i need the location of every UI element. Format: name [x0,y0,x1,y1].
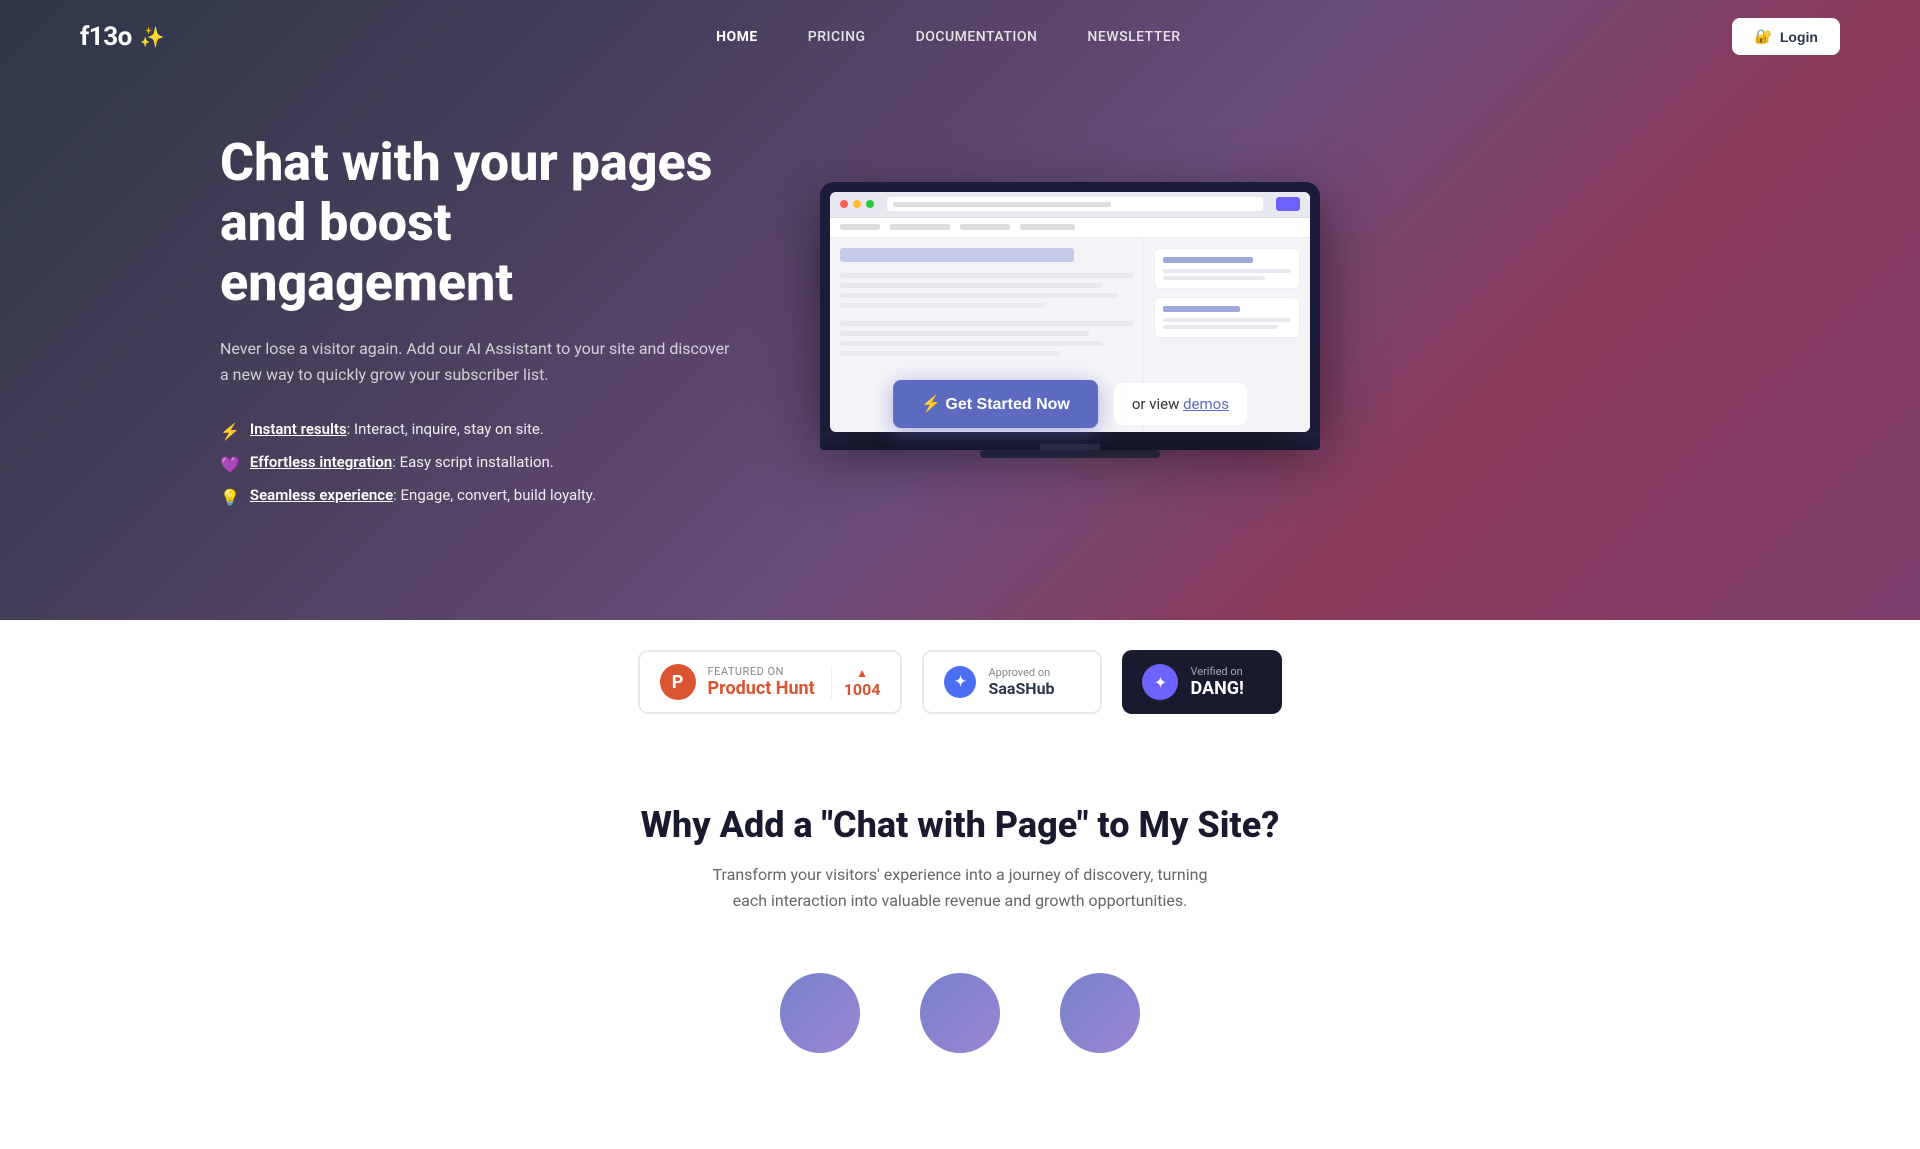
dang-label: Verified on [1190,665,1243,678]
feature-icon-1: ⚡ [220,422,240,441]
hero-title: Chat with your pages and boost engagemen… [220,133,740,312]
saashub-logo-icon: ✦ [944,666,976,698]
feature-icon-2: 💜 [220,455,240,474]
demos-link[interactable]: demos [1183,395,1229,413]
demos-cta: or view demos [1114,383,1247,425]
why-card-1 [780,973,860,1069]
logo-star: ✨ [140,25,164,49]
ph-arrow: ▲ [856,666,868,680]
login-button[interactable]: 🔐 Login [1732,18,1840,55]
get-started-button[interactable]: ⚡ Get Started Now [893,380,1098,428]
nav-pricing[interactable]: PRICING [808,29,866,45]
feature-item-1: ⚡ Instant results: Interact, inquire, st… [220,420,740,441]
login-icon: 🔐 [1754,28,1771,45]
ph-text: FEATURED ON Product Hunt [708,665,815,699]
why-cards [80,973,1840,1069]
feature-list: ⚡ Instant results: Interact, inquire, st… [220,420,740,507]
hero-section: f13o ✨ HOME PRICING DOCUMENTATION NEWSLE… [0,0,1920,620]
feature-text-3: Seamless experience: Engage, convert, bu… [250,486,596,504]
badges-section: P FEATURED ON Product Hunt ▲ 1004 ✦ Appr… [0,620,1920,744]
login-label: Login [1780,29,1818,45]
why-card-icon-1 [780,973,860,1053]
saashub-label: Approved on [988,666,1054,679]
ph-number: 1004 [844,680,881,699]
nav-newsletter[interactable]: NEWSLETTER [1087,29,1180,45]
dang-text: Verified on DANG! [1190,665,1243,699]
feature-item-3: 💡 Seamless experience: Engage, convert, … [220,486,740,507]
feature-icon-3: 💡 [220,488,240,507]
feature-link-2[interactable]: Effortless integration [250,453,392,471]
dang-logo-icon: ✦ [1142,664,1178,700]
nav-home[interactable]: HOME [716,29,758,45]
why-card-icon-3 [1060,973,1140,1053]
saashub-name: SaaSHub [988,679,1054,698]
badge-dang[interactable]: ✦ Verified on DANG! [1122,650,1282,714]
feature-link-3[interactable]: Seamless experience [250,486,393,504]
feature-link-1[interactable]: Instant results [250,420,347,438]
why-title: Why Add a "Chat with Page" to My Site? [80,804,1840,846]
badge-producthunt[interactable]: P FEATURED ON Product Hunt ▲ 1004 [638,650,903,714]
ph-label: FEATURED ON [708,665,815,678]
nav-documentation[interactable]: DOCUMENTATION [916,29,1038,45]
hero-text: Chat with your pages and boost engagemen… [220,133,740,507]
nav-links: HOME PRICING DOCUMENTATION NEWSLETTER [716,29,1180,45]
badge-saashub[interactable]: ✦ Approved on SaaSHub [922,650,1102,714]
hero-content: Chat with your pages and boost engagemen… [0,73,1920,587]
logo-text: f13o [80,22,132,52]
hero-subtitle: Never lose a visitor again. Add our AI A… [220,336,740,387]
why-card-icon-2 [920,973,1000,1053]
feature-text-2: Effortless integration: Easy script inst… [250,453,554,471]
feature-item-2: 💜 Effortless integration: Easy script in… [220,453,740,474]
why-card-2 [920,973,1000,1069]
why-card-3 [1060,973,1140,1069]
dang-name: DANG! [1190,678,1243,699]
navbar: f13o ✨ HOME PRICING DOCUMENTATION NEWSLE… [0,0,1920,73]
feature-text-1: Instant results: Interact, inquire, stay… [250,420,544,438]
logo[interactable]: f13o ✨ [80,22,164,52]
why-section: Why Add a "Chat with Page" to My Site? T… [0,744,1920,1149]
hero-image: ⚡ Get Started Now or view demos [820,182,1320,458]
ph-name: Product Hunt [708,678,815,699]
ph-count: ▲ 1004 [831,666,881,699]
saashub-text: Approved on SaaSHub [988,666,1054,698]
why-subtitle: Transform your visitors' experience into… [710,862,1210,913]
ph-logo-icon: P [660,664,696,700]
